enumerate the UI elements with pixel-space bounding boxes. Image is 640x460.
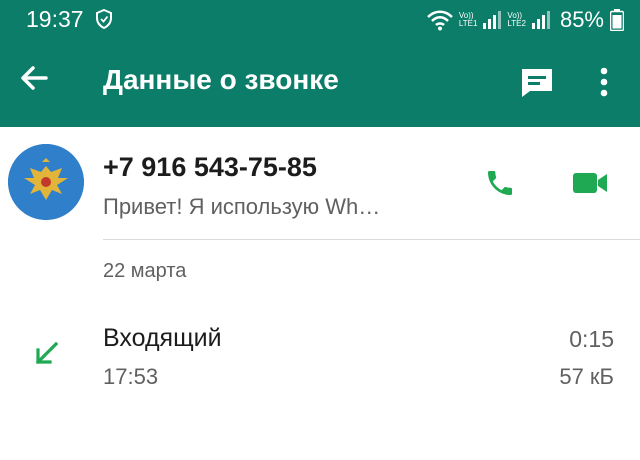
phone-icon[interactable] [484, 167, 516, 199]
app-header: 19:37 Vo)) LTE1 Vo)) LTE2 85% Данные о з… [0, 0, 640, 127]
sim2-label: Vo)) LTE2 [507, 12, 526, 28]
contact-phone: +7 916 543-75-85 [103, 152, 317, 182]
sim1-label: Vo)) LTE1 [459, 12, 478, 28]
sim1-lte-label: LTE1 [458, 19, 478, 28]
message-icon[interactable] [520, 65, 554, 99]
contact-row[interactable]: +7 916 543-75-85 Привет! Я использую Wh… [0, 127, 640, 239]
contact-status: Привет! Я использую Wh… [103, 194, 381, 219]
divider [103, 239, 640, 240]
wifi-icon [427, 10, 453, 31]
avatar[interactable] [8, 144, 84, 220]
battery-percent: 85% [559, 7, 604, 32]
status-time: 19:37 [26, 6, 84, 32]
status-bar: 19:37 Vo)) LTE1 Vo)) LTE2 85% [0, 0, 640, 40]
arrow-back-icon[interactable] [18, 62, 50, 94]
signal-icon [531, 11, 550, 29]
eagle-emblem-icon [8, 144, 84, 220]
toolbar: Данные о звонке [0, 40, 640, 127]
call-log-entry: Входящий 17:53 0:15 57 кБ [0, 310, 640, 400]
call-data-size: 57 кБ [559, 364, 614, 389]
call-type: Входящий [103, 324, 222, 352]
call-duration: 0:15 [569, 326, 614, 352]
sim2-lte-label: LTE2 [507, 19, 526, 28]
status-right: Vo)) LTE1 Vo)) LTE2 85% [427, 5, 624, 35]
video-icon[interactable] [572, 169, 608, 197]
more-vert-icon[interactable] [592, 66, 616, 98]
battery-icon [610, 9, 624, 31]
signal-icon [483, 11, 502, 29]
shield-icon [96, 9, 112, 29]
call-date: 22 марта [103, 260, 187, 282]
call-time: 17:53 [103, 364, 159, 389]
page-title: Данные о звонке [103, 64, 339, 95]
incoming-arrow-icon [35, 341, 59, 365]
